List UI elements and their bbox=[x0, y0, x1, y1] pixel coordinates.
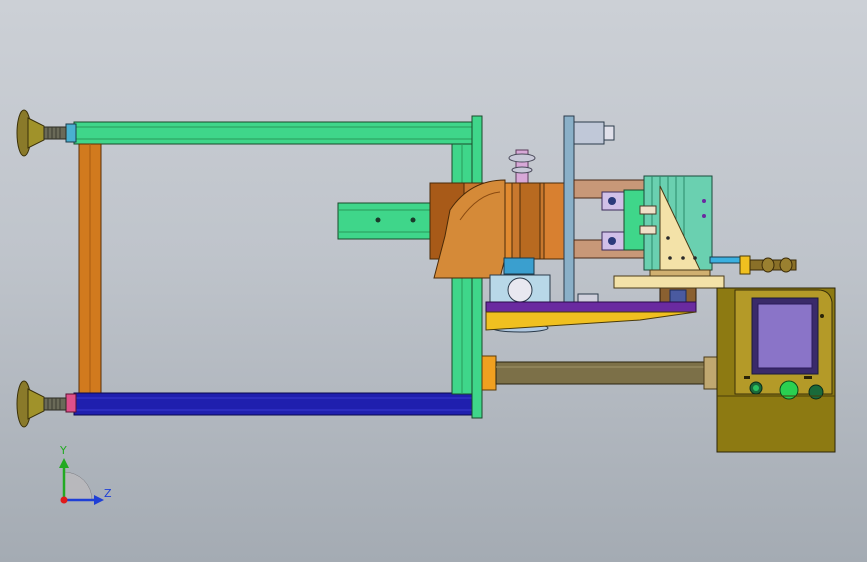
control-panel-icon bbox=[716, 287, 836, 453]
head-block bbox=[429, 179, 565, 279]
bottom-beam bbox=[73, 392, 473, 416]
slide-rail bbox=[337, 202, 433, 240]
origin-marker bbox=[60, 496, 68, 504]
cad-viewport[interactable]: Y Z bbox=[0, 0, 867, 562]
y-axis-label: Y bbox=[59, 444, 67, 457]
top-beam bbox=[73, 121, 473, 145]
lower-rod-assembly bbox=[481, 355, 719, 391]
leveling-foot-icon bbox=[16, 380, 67, 428]
machine-assembly-drawing: Y Z bbox=[16, 109, 836, 505]
sensor-shaft bbox=[709, 255, 797, 275]
main-frame bbox=[65, 115, 483, 419]
leveling-foot-icon bbox=[16, 109, 67, 157]
z-axis-label: Z bbox=[104, 487, 112, 500]
vertical-plate bbox=[563, 115, 615, 307]
coordinate-triad-icon: Y Z bbox=[59, 444, 112, 505]
